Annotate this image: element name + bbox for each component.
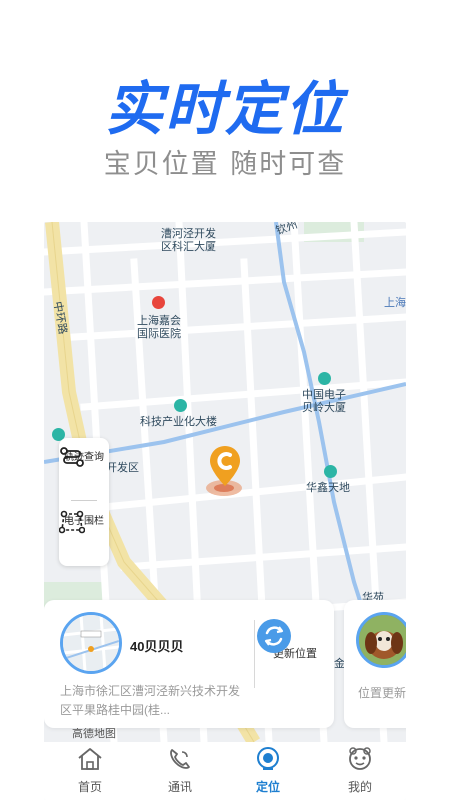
profile-icon <box>346 747 374 776</box>
tab-home-label: 首页 <box>77 780 102 794</box>
map-label-tech: 科技产业化大楼 <box>140 416 217 428</box>
map-label-huaxin: 华鑫天地 <box>306 482 350 494</box>
second-location-card[interactable]: 位置更新 <box>344 600 406 728</box>
pet-name: 40贝贝贝 <box>130 639 184 654</box>
amap-logo: 高德地图 <box>72 728 116 740</box>
map-view[interactable]: 漕河泾开发 区科汇大厦 钦州 上海嘉会 国际医院 中环路 上海 中国电子 贝岭大… <box>44 222 406 742</box>
map-label-hospital: 上海嘉会 国际医院 <box>137 315 181 340</box>
map-tools-panel: 轨迹查询 电子围栏 <box>59 438 109 566</box>
bottom-tab-bar: 首页 通讯 定位 我的 <box>44 742 406 800</box>
huaxin-poi-icon[interactable] <box>324 465 337 478</box>
second-pet-avatar[interactable] <box>356 612 406 668</box>
tab-profile[interactable]: 我的 <box>330 746 390 795</box>
pet-location-marker-icon[interactable] <box>208 444 242 488</box>
phone-screen: 漕河泾开发 区科汇大厦 钦州 上海嘉会 国际医院 中环路 上海 中国电子 贝岭大… <box>44 222 406 800</box>
second-card-label: 位置更新 <box>358 686 406 700</box>
hospital-poi-icon[interactable] <box>152 296 165 309</box>
card-divider <box>254 620 255 688</box>
track-query-button[interactable]: 轨迹查询 <box>59 446 109 467</box>
tab-profile-label: 我的 <box>347 780 372 794</box>
map-label-electronics: 中国电子 贝岭大厦 <box>302 389 346 414</box>
tab-locate[interactable]: 定位 <box>238 746 298 795</box>
tab-home[interactable]: 首页 <box>60 746 120 795</box>
refresh-location-button[interactable]: 更新位置 <box>256 618 334 698</box>
map-label-top-building: 漕河泾开发 区科汇大厦 <box>161 228 216 253</box>
pet-avatar[interactable] <box>60 612 122 674</box>
tools-divider <box>71 500 97 501</box>
tab-locate-label: 定位 <box>255 780 280 794</box>
promo-subtitle: 宝贝位置 随时可查 <box>103 149 347 180</box>
promo-title: 实时定位 <box>104 75 345 143</box>
phone-icon <box>166 749 194 776</box>
pet-address: 上海市徐汇区漕河泾新兴技术开发区平果路桂中园(桂... <box>60 684 241 717</box>
map-label-right-top: 上海 <box>384 297 406 309</box>
tab-contacts[interactable]: 通讯 <box>150 746 210 795</box>
location-card[interactable]: 40贝贝贝 更新位置 上海市徐汇区漕河泾新兴技术开发区平果路桂中园(桂... <box>44 600 334 728</box>
tab-contacts-label: 通讯 <box>167 780 192 794</box>
geofence-button[interactable]: 电子围栏 <box>59 510 109 534</box>
tech-building-poi-icon[interactable] <box>174 399 187 412</box>
map-label-dev-zone: 开发区 <box>106 462 139 474</box>
electronics-poi-icon[interactable] <box>318 372 331 385</box>
home-icon <box>76 748 104 776</box>
locate-icon <box>254 747 282 776</box>
